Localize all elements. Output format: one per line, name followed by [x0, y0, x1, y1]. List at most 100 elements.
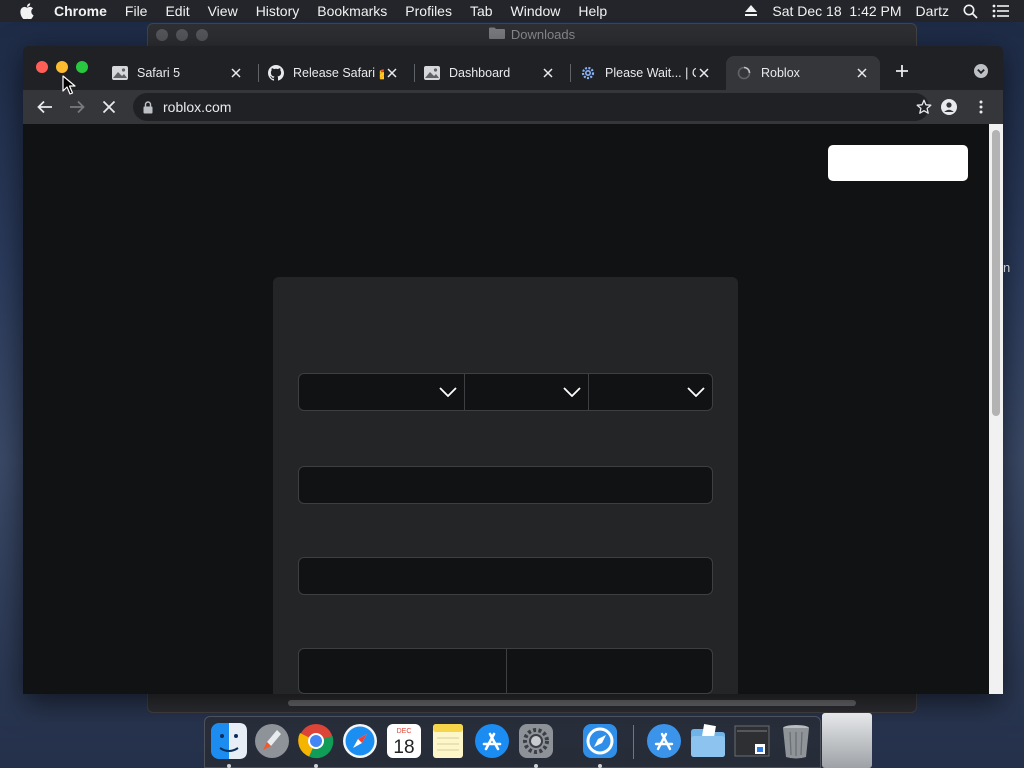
web-page-viewport[interactable]: [23, 124, 989, 694]
app-store-icon[interactable]: [473, 722, 511, 760]
finder-titlebar[interactable]: Downloads: [148, 24, 916, 46]
running-indicator: [314, 764, 318, 768]
gear-favicon-icon: [580, 65, 596, 81]
menu-bookmarks[interactable]: Bookmarks: [317, 3, 387, 19]
applications-folder-icon[interactable]: [645, 722, 683, 760]
dock-separator: [633, 725, 634, 759]
mouse-cursor-icon: [62, 75, 76, 95]
menu-app-name[interactable]: Chrome: [54, 3, 107, 19]
safari-icon[interactable]: [341, 722, 379, 760]
system-preferences-icon[interactable]: [517, 722, 555, 760]
desktop-icon-partial[interactable]: [822, 713, 872, 768]
running-indicator: [598, 764, 602, 768]
menu-profiles[interactable]: Profiles: [405, 3, 452, 19]
eject-icon[interactable]: [744, 5, 758, 17]
finder-icon[interactable]: [210, 722, 248, 760]
username-input[interactable]: [298, 466, 713, 504]
tab-release-safari[interactable]: Release Safari 💅: [258, 56, 410, 90]
address-bar[interactable]: roblox.com: [133, 93, 932, 121]
birthday-month-select[interactable]: [299, 374, 464, 410]
folder-icon: [488, 27, 505, 42]
calendar-month: DEC: [397, 728, 412, 735]
calendar-icon[interactable]: DEC 18: [385, 722, 423, 760]
menu-help[interactable]: Help: [578, 3, 607, 19]
zoom-window-button[interactable]: [76, 61, 88, 73]
scrollbar-thumb[interactable]: [992, 130, 1000, 416]
tab-close-icon[interactable]: [854, 65, 870, 81]
calendar-day: 18: [393, 737, 414, 758]
chrome-icon[interactable]: [297, 722, 335, 760]
tab-close-icon[interactable]: [696, 65, 712, 81]
running-indicator: [534, 764, 538, 768]
downloads-stack-icon[interactable]: [733, 722, 771, 760]
tab-label: Release Safari 💅: [293, 65, 384, 80]
birthday-year-select[interactable]: [588, 374, 712, 410]
background-window-text: n: [1003, 260, 1011, 275]
documents-folder-icon[interactable]: [689, 722, 727, 760]
gender-option-left[interactable]: [299, 649, 506, 693]
image-favicon-icon: [424, 65, 440, 81]
url-text[interactable]: roblox.com: [163, 99, 231, 115]
menu-tab[interactable]: Tab: [470, 3, 493, 19]
login-button[interactable]: [828, 145, 968, 181]
page-scrollbar[interactable]: [989, 124, 1003, 694]
menu-bar: Chrome File Edit View History Bookmarks …: [0, 0, 1024, 22]
stop-loading-icon[interactable]: [97, 95, 121, 119]
tab-please-wait[interactable]: Please Wait... | C: [570, 56, 722, 90]
finder-horizontal-scrollbar[interactable]: [288, 700, 856, 706]
finder-title: Downloads: [148, 27, 916, 42]
new-tab-plus-icon[interactable]: [894, 63, 910, 79]
finder-title-text: Downloads: [510, 27, 576, 42]
tab-close-icon[interactable]: [540, 65, 556, 81]
password-input[interactable]: [298, 557, 713, 595]
loading-spinner-icon: [736, 65, 752, 81]
github-icon: [268, 65, 284, 81]
image-favicon-icon: [112, 65, 128, 81]
running-indicator: [227, 764, 231, 768]
spotlight-search-icon[interactable]: [963, 4, 978, 19]
gender-option-right[interactable]: [505, 649, 713, 693]
birthday-day-select[interactable]: [464, 374, 588, 410]
bookmark-star-icon[interactable]: [916, 99, 932, 115]
apple-menu-icon[interactable]: [16, 0, 38, 22]
tab-close-icon[interactable]: [384, 65, 400, 81]
menu-history[interactable]: History: [256, 3, 300, 19]
profile-avatar-icon[interactable]: [937, 95, 961, 119]
chevron-down-icon: [686, 382, 706, 402]
menu-user[interactable]: Dartz: [916, 3, 949, 19]
tab-roblox[interactable]: Roblox: [726, 56, 880, 90]
notes-icon[interactable]: [429, 722, 467, 760]
signup-form-card: [273, 277, 738, 694]
minimize-window-button[interactable]: [56, 61, 68, 73]
back-arrow-icon[interactable]: [33, 95, 57, 119]
birthday-select-group: [298, 373, 713, 411]
launchpad-icon[interactable]: [253, 722, 291, 760]
menu-edit[interactable]: Edit: [165, 3, 189, 19]
menu-view[interactable]: View: [208, 3, 238, 19]
browser-window: Safari 5 Release Safari 💅 Dashboard Plea…: [23, 46, 1003, 694]
notification-center-icon[interactable]: [992, 4, 1010, 18]
menu-file[interactable]: File: [125, 3, 148, 19]
safari-classic-icon[interactable]: [581, 722, 619, 760]
tab-close-icon[interactable]: [228, 65, 244, 81]
tab-label: Roblox: [761, 66, 800, 80]
browser-toolbar: roblox.com: [23, 90, 1003, 124]
menu-window[interactable]: Window: [511, 3, 561, 19]
tab-label: Safari 5: [137, 66, 181, 80]
chevron-down-icon: [562, 382, 582, 402]
dock: DEC 18: [204, 716, 821, 768]
lock-icon[interactable]: [143, 100, 153, 114]
tab-safari-5[interactable]: Safari 5: [102, 56, 254, 90]
tab-search-dropdown-icon[interactable]: [973, 63, 989, 79]
more-options-icon[interactable]: [969, 95, 993, 119]
tab-strip: Safari 5 Release Safari 💅 Dashboard Plea…: [23, 46, 1003, 92]
gender-toggle-group: [298, 648, 713, 694]
chevron-down-icon: [438, 382, 458, 402]
tab-label: Please Wait... | C: [605, 66, 696, 80]
tab-dashboard[interactable]: Dashboard: [414, 56, 566, 90]
forward-arrow-icon[interactable]: [65, 95, 89, 119]
trash-icon[interactable]: [777, 722, 815, 760]
close-window-button[interactable]: [36, 61, 48, 73]
menu-clock[interactable]: Sat Dec 18 1:42 PM: [772, 3, 901, 19]
tab-label: Dashboard: [449, 66, 511, 80]
